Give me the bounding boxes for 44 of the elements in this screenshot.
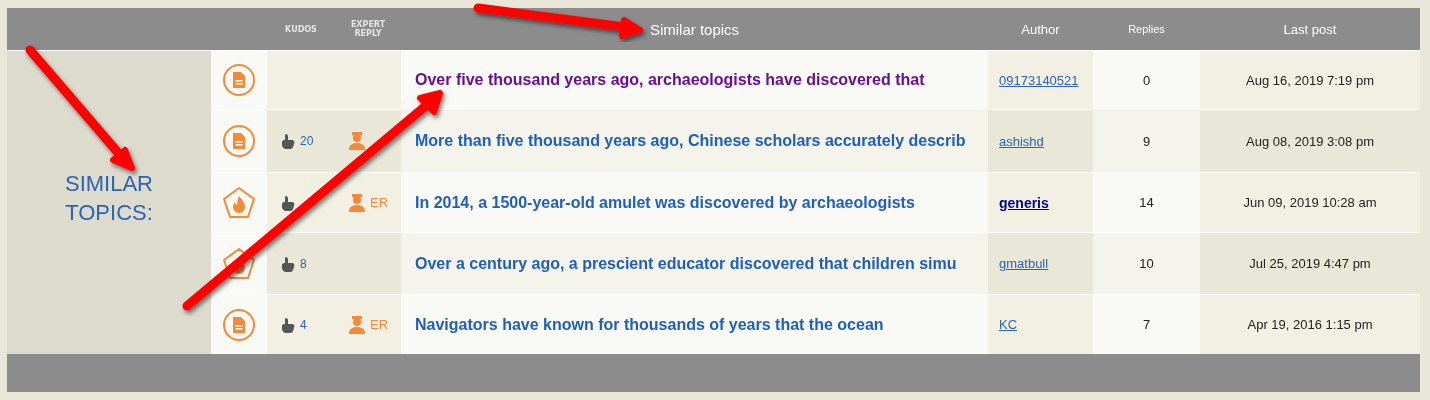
last-post-date: Aug 16, 2019 7:19 pm (1246, 72, 1374, 88)
thumbs-up-icon (281, 316, 295, 333)
last-post-date: Apr 19, 2016 1:15 pm (1247, 317, 1373, 332)
document-icon (222, 63, 256, 97)
topic-link[interactable]: Over a century ago, a prescient educator discovered that children simu (415, 253, 957, 274)
column-header: KUDOS (285, 24, 317, 34)
kudos-count[interactable]: 20 (300, 134, 314, 148)
document-icon (222, 307, 256, 342)
topic-link[interactable]: Navigators have known for thousands of years that the ocean (415, 314, 884, 335)
reply-count: 0 (1142, 72, 1151, 88)
last-post-date: Aug 08, 2019 3:08 pm (1246, 133, 1374, 149)
person-icon (349, 193, 365, 212)
reply-count: 14 (1139, 195, 1154, 210)
thumbs-up-icon (281, 194, 295, 211)
reply-count: 10 (1139, 256, 1154, 271)
kudos-count[interactable]: 8 (300, 256, 307, 271)
reply-count: 9 (1142, 133, 1151, 149)
column-header: Last post (1283, 21, 1337, 37)
author-link[interactable]: 09173140521 (999, 72, 1079, 88)
topic-link[interactable]: Over five thousand years ago, archaeologists have discovered that (415, 70, 925, 90)
topic-link[interactable]: More than five thousand years ago, Chinese scholars accurately describ (415, 131, 966, 151)
last-post-date: Jun 09, 2019 10:28 am (1243, 195, 1377, 210)
thumbs-up-icon (281, 255, 295, 272)
column-header: EXPERT REPLY (349, 20, 387, 38)
topic-link[interactable]: In 2014, a 1500-year-old amulet was discovered by archaeologists (415, 192, 915, 213)
expert-reply-label: ER (370, 317, 389, 332)
kudos-count[interactable]: 4 (300, 317, 307, 332)
reply-count: 7 (1142, 317, 1151, 332)
document-icon (222, 124, 256, 158)
column-header: Similar topics (649, 20, 740, 38)
flame-icon (222, 185, 256, 220)
author-link[interactable]: gmatbull (999, 256, 1049, 271)
last-post-date: Jul 25, 2019 4:47 pm (1249, 256, 1371, 271)
flame-icon (222, 246, 256, 281)
section-label: SIMILAR TOPICS: (64, 169, 154, 227)
column-header: Author (1021, 21, 1060, 37)
column-header: Replies (1128, 23, 1165, 35)
expert-reply-label: ER (370, 195, 389, 210)
author-link[interactable]: generis (999, 194, 1049, 211)
person-icon (349, 132, 365, 150)
thumbs-up-icon (281, 133, 295, 149)
author-link[interactable]: ashishd (999, 133, 1044, 149)
author-link[interactable]: KC (999, 317, 1018, 332)
person-icon (349, 315, 365, 334)
